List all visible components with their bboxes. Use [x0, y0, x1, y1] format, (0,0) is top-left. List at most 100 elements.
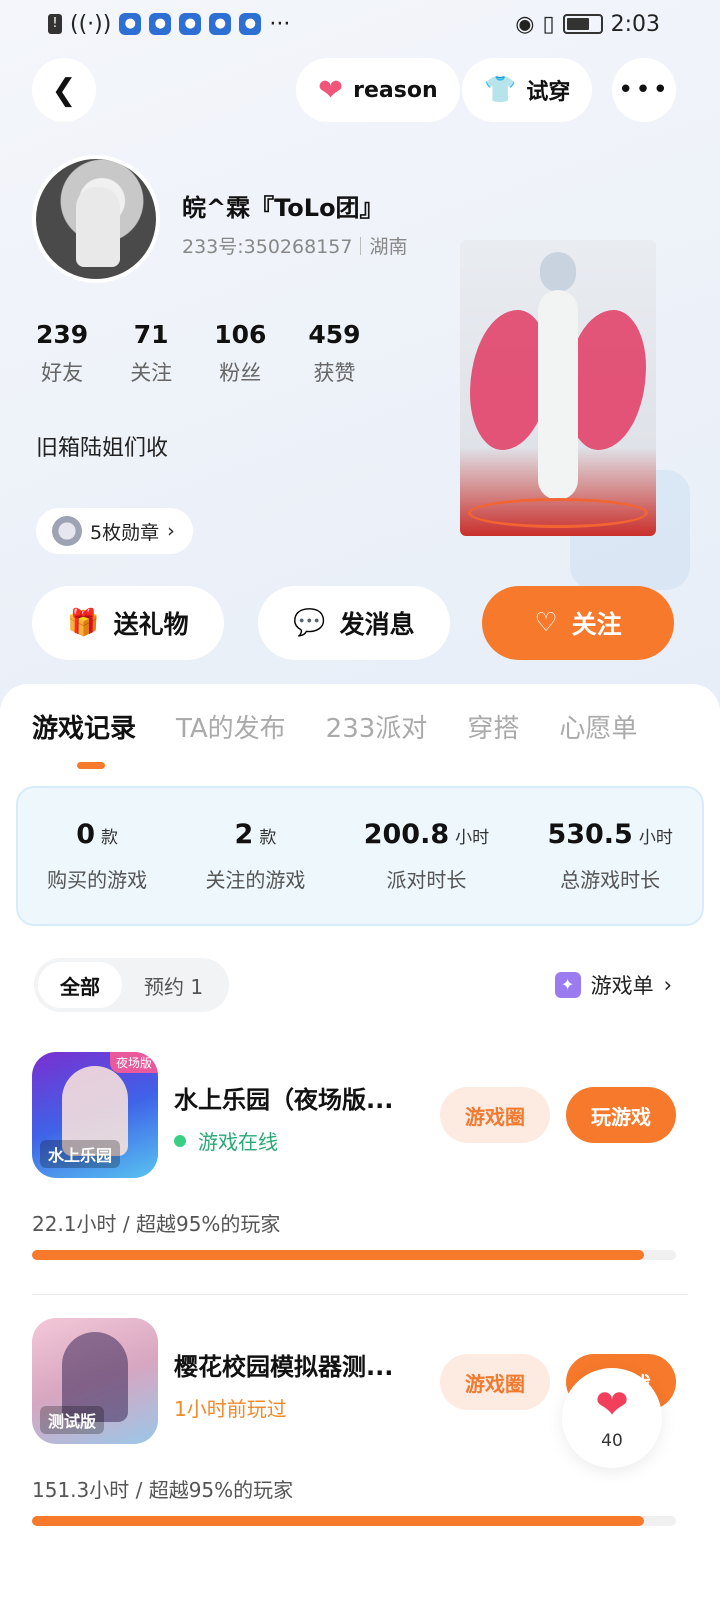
wifi-icon: ((·)) — [70, 11, 112, 37]
chat-icon: 💬 — [293, 608, 326, 638]
summary-unit: 款 — [259, 828, 277, 848]
summary-followed: 2款 关注的游戏 — [205, 819, 305, 893]
playtime-progress — [32, 1516, 676, 1526]
game-icon-label: 水上乐园 — [40, 1140, 121, 1168]
tab-bar: 游戏记录 TA的发布 233派对 穿搭 心愿单 — [32, 708, 637, 745]
try-on-button[interactable]: 👕 试穿 — [462, 58, 593, 122]
summary-label: 关注的游戏 — [205, 868, 306, 892]
send-gift-label: 送礼物 — [113, 610, 189, 639]
badges-label: 5枚勋章 — [90, 521, 160, 544]
divider — [32, 1294, 688, 1295]
chevron-right-icon: › — [663, 973, 672, 997]
divider — [360, 236, 362, 255]
playtime-progress — [32, 1250, 676, 1260]
summary-purchased: 0款 购买的游戏 — [47, 819, 147, 893]
stat-label: 获赞 — [313, 361, 356, 385]
medal-icon — [52, 516, 82, 546]
avatar[interactable] — [32, 155, 160, 283]
tab-wishlist[interactable]: 心愿单 — [559, 708, 637, 745]
more-notifications-icon: ··· — [269, 11, 291, 37]
play-game-button[interactable]: 玩游戏 — [566, 1087, 676, 1143]
stat-following[interactable]: 71 关注 — [130, 320, 172, 387]
game-status: 游戏在线 — [174, 1126, 278, 1155]
stat-friends[interactable]: 239 好友 — [36, 320, 88, 387]
bio: 旧箱陆姐们收 — [36, 436, 169, 461]
game-icon-label: 测试版 — [40, 1406, 105, 1434]
stat-value: 106 — [214, 320, 267, 349]
send-gift-button[interactable]: 🎁 送礼物 — [32, 586, 224, 660]
summary-label: 总游戏时长 — [560, 868, 661, 892]
try-on-label: 试穿 — [526, 80, 571, 105]
stat-label: 关注 — [130, 361, 173, 385]
game-summary-card: 0款 购买的游戏 2款 关注的游戏 200.8 小时 派对时长 530.5 小时 总… — [16, 786, 704, 926]
summary-value: 530.5 — [547, 819, 633, 850]
paw-icon: ● — [179, 13, 202, 35]
send-message-label: 发消息 — [339, 610, 415, 639]
game-title[interactable]: 樱花校园模拟器测... — [174, 1347, 424, 1382]
stat-fans[interactable]: 106 粉丝 — [214, 320, 266, 387]
location: 湖南 — [369, 236, 408, 258]
gift-icon: 🎁 — [67, 608, 100, 638]
heart-plus-icon: ♡ — [534, 608, 558, 638]
tab-party[interactable]: 233派对 — [326, 708, 428, 745]
heart-icon: ❤ — [595, 1382, 629, 1428]
tab-indicator — [77, 762, 105, 769]
game-filter: 全部 预约 1 — [34, 958, 230, 1012]
send-message-button[interactable]: 💬 发消息 — [258, 586, 450, 660]
paw-icon: ● — [239, 13, 262, 35]
uid-row: 233号:350268157 湖南 — [182, 232, 407, 259]
more-button[interactable]: ••• — [612, 58, 676, 122]
vibrate-icon: ▯ — [542, 11, 555, 37]
chevron-left-icon: ❮ — [51, 72, 77, 108]
tab-outfits[interactable]: 穿搭 — [467, 708, 519, 745]
game-list-link[interactable]: ✦ 游戏单 › — [554, 970, 672, 1000]
game-icon[interactable]: 夜场版 水上乐园 — [32, 1052, 158, 1178]
filter-reserved[interactable]: 预约 1 — [122, 962, 225, 1008]
summary-value: 2 — [234, 819, 254, 850]
uid: 233号:350268157 — [182, 236, 353, 258]
game-icon-corner: 夜场版 — [109, 1052, 158, 1073]
stat-value: 239 — [36, 320, 89, 349]
summary-value: 200.8 — [363, 819, 450, 850]
game-circle-button[interactable]: 游戏圈 — [440, 1087, 550, 1143]
summary-label: 派对时长 — [386, 868, 467, 892]
game-status-text: 1小时前玩过 — [174, 1397, 287, 1421]
like-button[interactable]: ❤ 40 — [562, 1368, 662, 1468]
game-title[interactable]: 水上乐园（夜场版... — [174, 1080, 424, 1115]
avatar-character-image[interactable] — [460, 240, 656, 536]
tab-posts[interactable]: TA的发布 — [176, 708, 286, 745]
paw-icon: ● — [149, 13, 172, 35]
summary-unit: 小时 — [455, 828, 490, 848]
playtime-progress-fill — [32, 1250, 644, 1260]
stat-label: 粉丝 — [219, 361, 262, 385]
summary-total-time: 530.5 小时 总游戏时长 — [547, 819, 672, 893]
tab-game-records[interactable]: 游戏记录 — [32, 708, 136, 745]
reason-button[interactable]: ❤ reason — [296, 58, 460, 122]
summary-unit: 小时 — [638, 828, 673, 848]
stat-likes[interactable]: 459 获赞 — [308, 320, 360, 387]
reason-label: reason — [353, 77, 438, 103]
game-icon[interactable]: 测试版 — [32, 1318, 158, 1444]
filter-all[interactable]: 全部 — [38, 962, 122, 1008]
badges-button[interactable]: 5枚勋章 › — [36, 508, 193, 554]
summary-label: 购买的游戏 — [47, 868, 148, 892]
paw-icon: ● — [209, 13, 232, 35]
alert-icon: ! — [48, 14, 62, 34]
stat-value: 71 — [133, 320, 169, 349]
heart-icon: ❤ — [318, 72, 344, 108]
follow-label: 关注 — [571, 610, 622, 639]
like-count: 40 — [601, 1431, 623, 1451]
clock: 2:03 — [610, 11, 660, 37]
follow-button[interactable]: ♡ 关注 — [482, 586, 674, 660]
chevron-right-icon: › — [167, 520, 175, 542]
stats-row: 239 好友 71 关注 106 粉丝 459 获赞 — [36, 320, 361, 387]
online-dot-icon — [174, 1134, 186, 1147]
playtime-progress-fill — [32, 1516, 644, 1526]
summary-value: 0 — [76, 819, 96, 850]
summary-party-time: 200.8 小时 派对时长 — [364, 819, 489, 893]
back-button[interactable]: ❮ — [32, 58, 96, 122]
game-status-text: 游戏在线 — [198, 1130, 278, 1154]
game-list-label: 游戏单 — [590, 974, 654, 998]
game-circle-button[interactable]: 游戏圈 — [440, 1354, 550, 1410]
nickname: 皖^霖『ToLo团』 — [182, 194, 384, 222]
